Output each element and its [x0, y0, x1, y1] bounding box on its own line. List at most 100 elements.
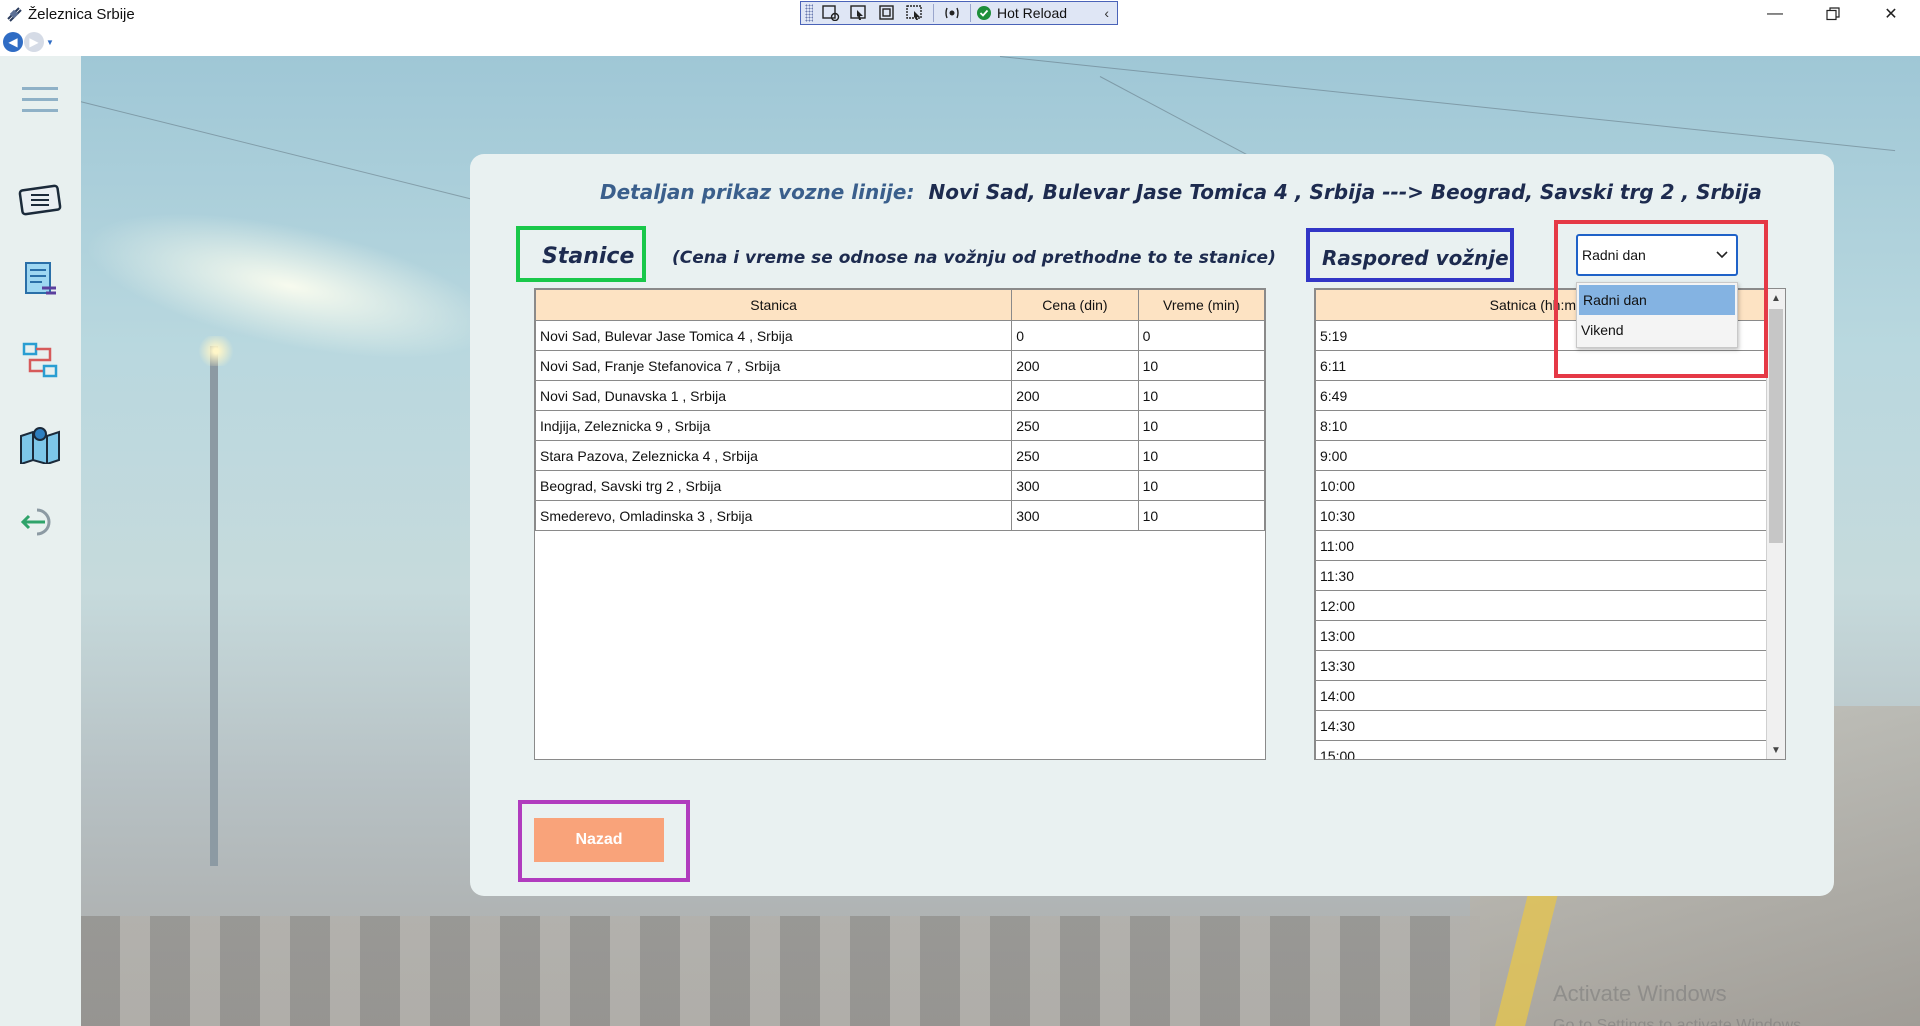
table-row[interactable]: 13:30	[1315, 650, 1767, 681]
title-bar: Železnica Srbije Hot Reload ‹ — ✕	[0, 0, 1920, 28]
history-dropdown-icon[interactable]: ▼	[46, 38, 54, 47]
scroll-thumb[interactable]	[1769, 309, 1783, 543]
scroll-down-icon[interactable]: ▼	[1767, 741, 1785, 759]
table-row[interactable]: 12:00	[1315, 590, 1767, 621]
train-light-streak	[72, 183, 508, 389]
minimize-icon[interactable]: —	[1746, 0, 1804, 28]
schedule-heading: Raspored vožnje	[1322, 246, 1509, 270]
schedule-scrollbar[interactable]: ▲ ▼	[1766, 289, 1785, 759]
window-controls: — ✕	[1746, 0, 1920, 28]
table-row[interactable]: Indjija, Zeleznicka 9 , Srbija 250 10	[534, 410, 1266, 441]
track-focus-icon[interactable]	[901, 3, 929, 23]
day-type-select[interactable]: Radni dan	[1576, 234, 1738, 276]
station-cell: Novi Sad, Franje Stefanovica 7 , Srbija	[534, 350, 1013, 381]
departure-time-cell: 9:00	[1315, 440, 1767, 471]
table-row[interactable]: 8:10	[1315, 410, 1767, 441]
activate-windows-subtitle: Go to Settings to activate Windows.	[1553, 1017, 1806, 1026]
activate-windows-title: Activate Windows	[1553, 981, 1727, 1006]
price-cell: 250	[1011, 440, 1139, 471]
toolbar-grip[interactable]	[805, 4, 813, 22]
forward-arrow-icon[interactable]: ▶	[24, 32, 44, 52]
column-header-time[interactable]: Vreme (min)	[1137, 289, 1266, 321]
station-cell: Indjija, Zeleznicka 9 , Srbija	[534, 410, 1013, 441]
stations-heading: Stanice	[542, 244, 635, 269]
route-detail-title: Detaljan prikaz vozne linije: Novi Sad, B…	[600, 180, 1762, 204]
railway-track	[80, 916, 1480, 1026]
column-header-station[interactable]: Stanica	[534, 289, 1013, 321]
station-cell: Smederevo, Omladinska 3 , Srbija	[534, 500, 1013, 531]
table-row[interactable]: 14:30	[1315, 710, 1767, 741]
stations-table[interactable]: Stanica Cena (din) Vreme (min) Novi Sad,…	[534, 288, 1266, 760]
station-cell: Beograd, Savski trg 2 , Srbija	[534, 470, 1013, 501]
hot-reload-label[interactable]: Hot Reload	[997, 5, 1067, 21]
lamp-pole	[210, 346, 218, 866]
price-cell: 300	[1011, 500, 1139, 531]
departure-time-cell: 11:00	[1315, 530, 1767, 561]
map-icon[interactable]	[16, 420, 64, 468]
stations-note: (Cena i vreme se odnose na vožnju od pre…	[672, 248, 1276, 268]
collapse-toolbar-icon[interactable]: ‹	[1104, 5, 1109, 21]
close-icon[interactable]: ✕	[1862, 0, 1920, 28]
station-cell: Stara Pazova, Zeleznicka 4 , Srbija	[534, 440, 1013, 471]
table-row[interactable]: 11:30	[1315, 560, 1767, 591]
stations-header-row: Stanica Cena (din) Vreme (min)	[534, 289, 1266, 321]
departure-time-cell: 8:10	[1315, 410, 1767, 441]
table-row[interactable]: Novi Sad, Franje Stefanovica 7 , Srbija 2…	[534, 350, 1266, 381]
time-cell: 10	[1137, 350, 1266, 381]
live-tree-icon[interactable]	[817, 3, 845, 23]
route-icon[interactable]	[16, 336, 64, 384]
station-cell: Novi Sad, Dunavska 1 , Srbija	[534, 380, 1013, 411]
price-cell: 250	[1011, 410, 1139, 441]
table-row[interactable]: 6:49	[1315, 380, 1767, 411]
departure-time-cell: 14:30	[1315, 710, 1767, 741]
binding-failures-icon[interactable]	[938, 3, 966, 23]
table-row[interactable]: Smederevo, Omladinska 3 , Srbija 300 10	[534, 500, 1266, 531]
departure-time-cell: 6:49	[1315, 380, 1767, 411]
table-row[interactable]: 9:00	[1315, 440, 1767, 471]
display-layout-icon[interactable]	[873, 3, 901, 23]
debug-toolbar: Hot Reload ‹	[800, 1, 1118, 25]
restore-icon[interactable]	[1804, 0, 1862, 28]
hamburger-menu-icon[interactable]	[16, 76, 64, 124]
time-cell: 10	[1137, 380, 1266, 411]
table-row[interactable]: Beograd, Savski trg 2 , Srbija 300 10	[534, 470, 1266, 501]
overhead-wire	[999, 56, 1896, 152]
back-arrow-icon[interactable]: ◀	[3, 32, 23, 52]
price-cell: 200	[1011, 380, 1139, 411]
column-header-price[interactable]: Cena (din)	[1011, 289, 1139, 321]
table-row[interactable]: Novi Sad, Bulevar Jase Tomica 4 , Srbija…	[534, 320, 1266, 351]
window-title: Železnica Srbije	[28, 5, 135, 23]
table-row[interactable]: 14:00	[1315, 680, 1767, 711]
scroll-up-icon[interactable]: ▲	[1767, 289, 1785, 307]
table-row[interactable]: 13:00	[1315, 620, 1767, 651]
station-cell: Novi Sad, Bulevar Jase Tomica 4 , Srbija	[534, 320, 1013, 351]
day-type-dropdown-list: Radni dan Vikend	[1576, 282, 1738, 348]
table-row[interactable]: Stara Pazova, Zeleznicka 4 , Srbija 250 10	[534, 440, 1266, 471]
navigation-bar: ◀ ▶ ▼	[0, 28, 1920, 57]
table-row[interactable]: 10:00	[1315, 470, 1767, 501]
option-radni-dan[interactable]: Radni dan	[1579, 285, 1735, 315]
chevron-down-icon[interactable]	[1716, 246, 1728, 264]
ticket-icon[interactable]	[16, 176, 64, 224]
route-detail-panel: Detaljan prikaz vozne linije: Novi Sad, B…	[470, 154, 1834, 896]
table-row[interactable]: 11:00	[1315, 530, 1767, 561]
logout-icon[interactable]	[16, 498, 64, 546]
table-row[interactable]: Novi Sad, Dunavska 1 , Srbija 200 10	[534, 380, 1266, 411]
departure-time-cell: 12:00	[1315, 590, 1767, 621]
time-cell: 10	[1137, 500, 1266, 531]
departure-time-cell: 14:00	[1315, 680, 1767, 711]
toolbar-separator	[933, 4, 934, 22]
sidebar	[0, 56, 81, 1026]
time-cell: 10	[1137, 440, 1266, 471]
departure-time-cell: 13:00	[1315, 620, 1767, 651]
departure-time-cell: 11:30	[1315, 560, 1767, 591]
option-vikend[interactable]: Vikend	[1577, 315, 1737, 345]
select-element-icon[interactable]	[845, 3, 873, 23]
departure-time-cell: 13:30	[1315, 650, 1767, 681]
table-row[interactable]: 10:30	[1315, 500, 1767, 531]
document-list-icon[interactable]	[16, 256, 64, 304]
back-button[interactable]: Nazad	[534, 818, 664, 862]
table-row[interactable]: 15:00	[1315, 740, 1767, 759]
hot-reload-check-icon	[975, 3, 993, 23]
time-cell: 0	[1137, 320, 1266, 351]
